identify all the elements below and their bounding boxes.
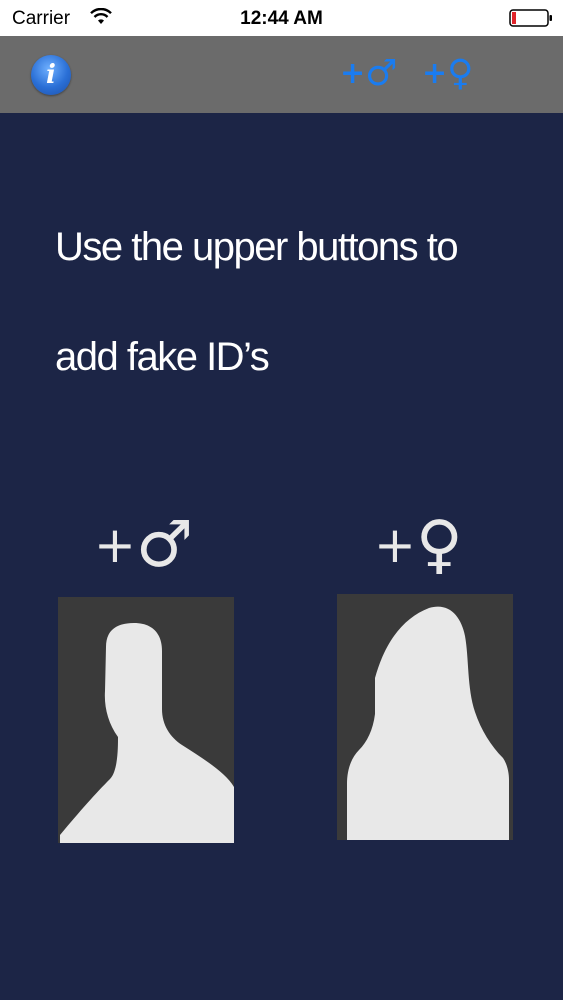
female-icon: ♀ — [415, 508, 463, 582]
female-silhouette-icon — [347, 606, 509, 840]
plus-icon: + — [422, 56, 448, 91]
plus-icon: + — [340, 56, 366, 91]
instruction-line-2: add fake ID’s — [55, 335, 270, 379]
nav-bar: i + ♂ + ♀ — [0, 36, 563, 113]
add-male-button[interactable]: + ♂ — [340, 50, 406, 98]
male-icon: ♂ — [135, 508, 194, 582]
plus-icon: + — [94, 516, 136, 574]
info-button[interactable]: i — [31, 55, 71, 95]
battery-low-icon — [509, 9, 552, 27]
add-female-button[interactable]: + ♀ — [422, 50, 484, 98]
male-label: + ♂ — [94, 505, 193, 585]
app-screen: Carrier 12:44 AM i + ♂ + ♀ Use the upper… — [0, 0, 563, 1000]
male-avatar — [58, 597, 234, 843]
plus-icon: + — [374, 516, 416, 574]
female-label: + ♀ — [374, 505, 463, 585]
male-icon: ♂ — [365, 53, 398, 94]
status-bar: Carrier 12:44 AM — [0, 0, 563, 36]
female-avatar — [337, 594, 513, 840]
male-silhouette-icon — [60, 623, 234, 843]
female-icon: ♀ — [447, 53, 474, 94]
instruction-line-1: Use the upper buttons to — [55, 225, 459, 269]
status-time: 12:44 AM — [240, 8, 323, 29]
info-icon: i — [46, 60, 56, 90]
